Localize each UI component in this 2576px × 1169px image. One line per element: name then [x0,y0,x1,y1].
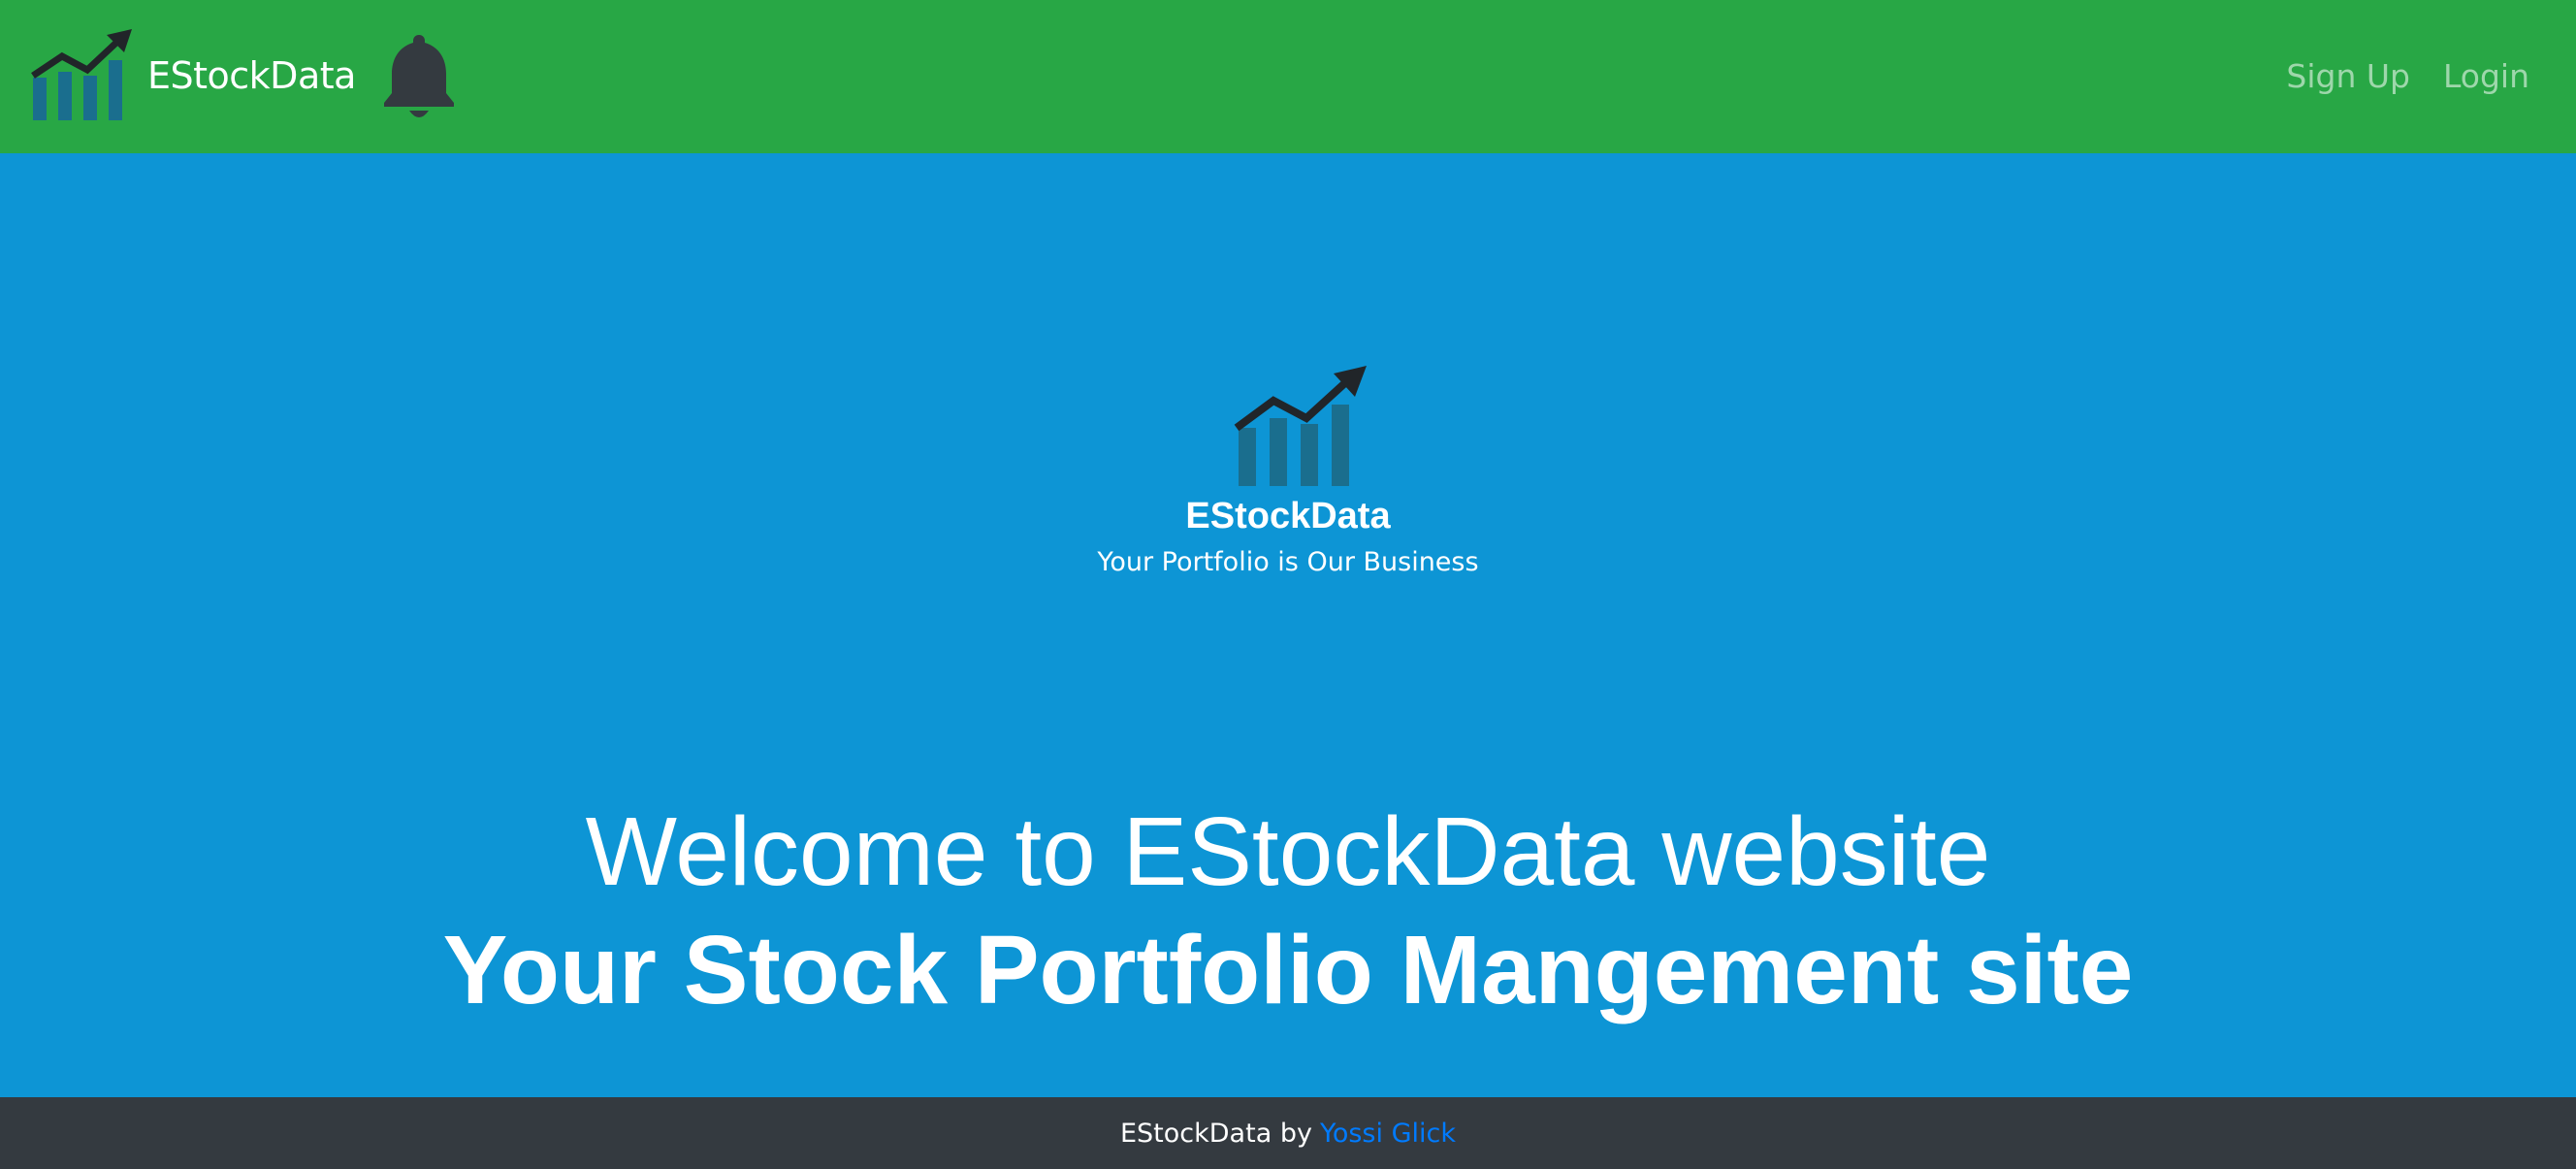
rising-bar-chart-icon [31,29,132,120]
brand-name: EStockData [147,54,356,97]
hero-logo-block: EStockData Your Portfolio is Our Busines… [0,364,2576,577]
sign-up-link[interactable]: Sign Up [2286,50,2410,103]
headline: Your Stock Portfolio Mangement site [442,916,2134,1024]
rising-bar-chart-icon [1234,366,1367,486]
hero-tagline: Your Portfolio is Our Business [1097,547,1479,577]
footer-prefix: EStockData by [1119,1118,1312,1149]
hero-brand-name: EStockData [1185,496,1391,536]
footer: EStockData by Yossi Glick [0,1097,2576,1169]
nav-links: Sign Up Login [2286,50,2529,103]
brand-link[interactable]: EStockData [29,27,356,124]
author-link[interactable]: Yossi Glick [1320,1119,1456,1149]
welcome-heading: Welcome to EStockData website [585,797,1991,906]
login-link[interactable]: Login [2443,50,2529,103]
page: EStockData Sign Up Login EStockData Your… [0,0,2576,1169]
navbar: EStockData Sign Up Login [0,0,2576,153]
bell-icon[interactable] [380,33,458,122]
